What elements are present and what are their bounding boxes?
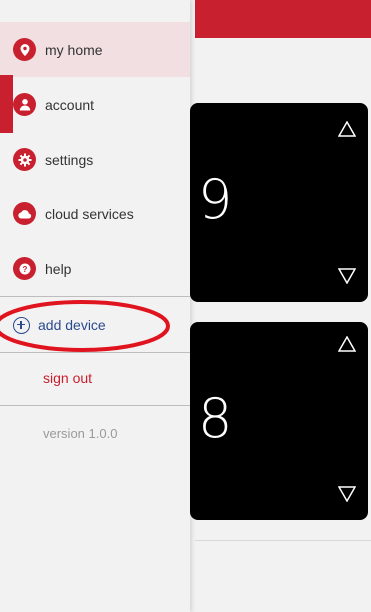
divider [0, 296, 190, 297]
menu-item-settings[interactable]: settings [0, 132, 190, 187]
menu-item-label: cloud services [45, 205, 134, 222]
menu-item-label: settings [45, 151, 94, 168]
add-device-button[interactable]: add device [0, 300, 190, 350]
add-device-label: add device [38, 317, 106, 333]
divider [0, 352, 190, 353]
svg-text:?: ? [22, 265, 27, 274]
menu-item-account[interactable]: account [0, 77, 190, 132]
menu-item-help[interactable]: ? help [0, 241, 190, 296]
sign-out-link[interactable]: sign out [43, 370, 92, 386]
location-pin-icon [13, 38, 36, 61]
thermostat-card-2[interactable]: 8 [190, 322, 368, 520]
version-text: version 1.0.0 [43, 426, 118, 441]
temperature-value: 8 [198, 387, 233, 450]
gear-icon [13, 148, 36, 171]
divider [0, 405, 190, 406]
cloud-icon [13, 202, 36, 225]
thermostat-card-1[interactable]: 9 [190, 103, 368, 302]
down-arrow-icon[interactable] [338, 268, 356, 284]
menu-item-my-home[interactable]: my home [0, 22, 190, 77]
menu-item-label: my home [45, 41, 103, 58]
divider [195, 540, 371, 541]
active-indicator [0, 75, 13, 133]
app-header-bar [195, 0, 371, 38]
menu-item-cloud-services[interactable]: cloud services [0, 186, 190, 241]
up-arrow-icon[interactable] [338, 336, 356, 352]
add-circle-icon [13, 316, 30, 334]
temperature-value: 9 [198, 168, 233, 231]
down-arrow-icon[interactable] [338, 486, 356, 502]
menu-item-label: help [45, 260, 72, 277]
up-arrow-icon[interactable] [338, 121, 356, 137]
question-icon: ? [13, 257, 36, 280]
navigation-drawer: my home account settings cloud services … [0, 0, 190, 612]
person-icon [13, 93, 36, 116]
menu-item-label: account [45, 96, 95, 113]
